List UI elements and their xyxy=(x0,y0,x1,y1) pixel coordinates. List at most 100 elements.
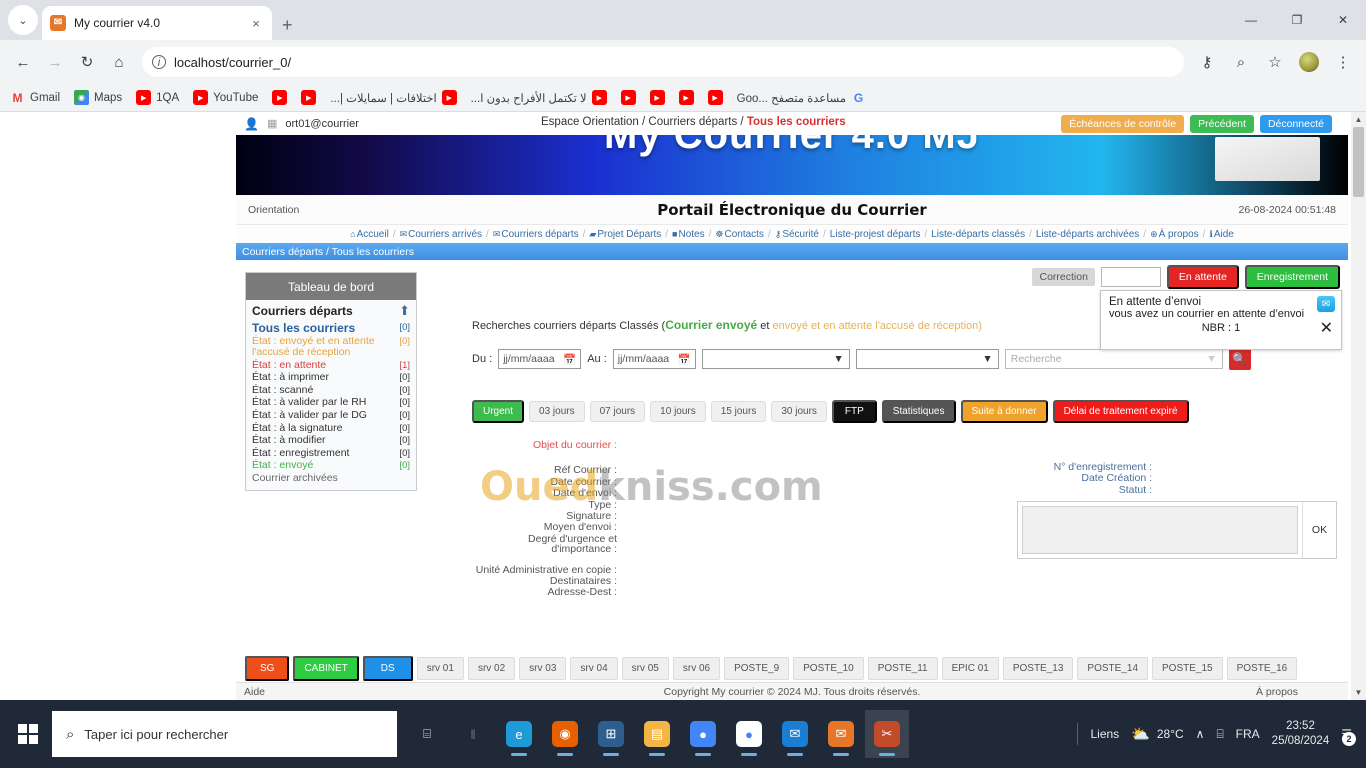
structure-button-ds[interactable]: DS xyxy=(362,656,413,681)
avatar[interactable] xyxy=(1294,47,1324,77)
bookmark-item[interactable]: M Gmail xyxy=(10,90,61,105)
zoom-icon[interactable]: ⌕ xyxy=(1226,47,1256,77)
snipping-tool-icon[interactable]: ✂ xyxy=(865,710,909,758)
courrier-app-icon[interactable]: ✉ xyxy=(819,710,863,758)
nav-item-liste-d-parts-class-s[interactable]: Liste-départs classés xyxy=(931,229,1025,240)
bookmark-item[interactable]: ▶ xyxy=(620,90,636,105)
nav-item-accueil[interactable]: ⌂Accueil xyxy=(350,229,389,240)
bookmark-item[interactable]: G مساعدة متصفح ...Goo xyxy=(737,90,866,105)
filter-chip-30-jours[interactable]: 30 jours xyxy=(771,401,827,422)
bookmark-item[interactable]: ▶ لا تكتمل الأفراح بدون ا... xyxy=(471,90,607,105)
chrome-alt-icon[interactable]: ● xyxy=(681,710,725,758)
date-to-input[interactable]: jj/mm/aaaa 📅 xyxy=(612,349,696,369)
file-explorer-icon[interactable]: ▤ xyxy=(635,710,679,758)
structure-button-poste-9[interactable]: POSTE_9 xyxy=(724,657,790,680)
footer-apropos-link[interactable]: À propos xyxy=(1256,686,1298,698)
nav-item-aide[interactable]: ℹAide xyxy=(1209,229,1233,240)
search-icon[interactable]: 🔍 xyxy=(1228,348,1251,370)
pin-icon[interactable]: ⬆ xyxy=(399,303,410,319)
enregistrement-button[interactable]: Enregistrement xyxy=(1244,265,1340,289)
type-select[interactable]: ▼ xyxy=(855,349,999,369)
sidebar-item-1[interactable]: État : envoyé et en attente l'accusé de … xyxy=(252,335,410,359)
start-button[interactable] xyxy=(4,710,52,758)
bookmark-star-icon[interactable]: ☆ xyxy=(1260,47,1290,77)
structure-button-srv-03[interactable]: srv 03 xyxy=(519,657,567,680)
nav-item-courriers-d-parts[interactable]: ✉Courriers départs xyxy=(493,229,579,240)
show-hidden-icons-chevron[interactable]: ∧ xyxy=(1196,727,1205,741)
echeances-button[interactable]: Échéances de contrôle xyxy=(1061,115,1185,133)
precedent-button[interactable]: Précédent xyxy=(1190,115,1254,133)
home-icon[interactable]: ⌂ xyxy=(104,47,134,77)
notification-center-button[interactable]: ☰ 2 xyxy=(1341,727,1356,746)
maximize-icon[interactable]: ❐ xyxy=(1274,0,1320,40)
filter-chip-15-jours[interactable]: 15 jours xyxy=(710,401,767,422)
correction-input[interactable] xyxy=(1100,267,1161,287)
nav-item--propos[interactable]: ⊕À propos xyxy=(1150,229,1199,240)
tray-liens-label[interactable]: Liens xyxy=(1090,727,1119,741)
clock[interactable]: 23:52 25/08/2024 xyxy=(1272,719,1330,749)
date-from-input[interactable]: jj/mm/aaaa 📅 xyxy=(498,349,582,369)
nav-item-courriers-arriv-s[interactable]: ✉Courriers arrivés xyxy=(400,229,482,240)
close-icon[interactable]: ✕ xyxy=(1320,321,1333,337)
new-tab-button[interactable]: + xyxy=(282,16,293,34)
browser-tab[interactable]: ✉ My courrier v4.0 × xyxy=(42,6,272,40)
nav-item-notes[interactable]: ■Notes xyxy=(672,229,705,240)
edge-icon[interactable]: e xyxy=(497,710,541,758)
search-input[interactable]: Recherche ▼ xyxy=(1004,349,1223,369)
mail-icon[interactable]: ✉ xyxy=(1317,296,1335,312)
firefox-icon[interactable]: ◉ xyxy=(543,710,587,758)
nav-item-s-curit-[interactable]: ⚷Sécurité xyxy=(775,229,819,240)
filter-chip-urgent[interactable]: Urgent xyxy=(472,400,525,423)
structure-button-poste-16[interactable]: POSTE_16 xyxy=(1226,657,1298,680)
nav-item-liste-projest-d-parts[interactable]: Liste-projest départs xyxy=(830,229,921,240)
sidebar-item-0[interactable]: Tous les courriers [0] xyxy=(252,320,410,335)
window-close-icon[interactable]: ✕ xyxy=(1320,0,1366,40)
structure-button-srv-02[interactable]: srv 02 xyxy=(467,657,516,680)
page-scrollbar[interactable]: ▲ ▼ xyxy=(1351,112,1366,700)
structure-button-sg[interactable]: SG xyxy=(245,656,290,681)
nav-item-contacts[interactable]: ☸Contacts xyxy=(715,229,764,240)
site-info-icon[interactable]: i xyxy=(152,55,166,69)
close-icon[interactable]: × xyxy=(248,16,264,31)
sidebar-item-8[interactable]: État : à modifier [0] xyxy=(252,435,410,448)
bookmark-item[interactable]: ▶ xyxy=(301,90,317,105)
weather-widget[interactable]: ⛅ 28°C xyxy=(1131,725,1184,743)
sidebar-item-6[interactable]: État : à valider par le DG [0] xyxy=(252,409,410,423)
minimize-icon[interactable]: — xyxy=(1228,0,1274,40)
structure-button-poste-15[interactable]: POSTE_15 xyxy=(1152,657,1223,680)
language-indicator[interactable]: FRA xyxy=(1236,727,1260,741)
chevron-down-icon[interactable]: ▼ xyxy=(982,353,992,365)
sidebar-item-7[interactable]: État : à la signature [0] xyxy=(252,422,410,435)
calendar-icon[interactable]: 📅 xyxy=(563,353,576,366)
structure-button-srv-01[interactable]: srv 01 xyxy=(416,657,464,680)
filter-chip-03-jours[interactable]: 03 jours xyxy=(529,401,585,422)
structure-button-srv-06[interactable]: srv 06 xyxy=(672,657,721,680)
bookmark-item[interactable]: ▶ xyxy=(707,90,723,105)
filter-chip-ftp[interactable]: FTP xyxy=(831,400,877,423)
structure-button-cabinet[interactable]: CABINET xyxy=(293,656,359,681)
structure-button-poste-11[interactable]: POSTE_11 xyxy=(867,657,938,680)
filter-chip-suite-donner[interactable]: Suite à donner xyxy=(960,400,1048,423)
sidebar-item-2[interactable]: État : en attente [1] xyxy=(252,359,410,372)
structure-button-srv-05[interactable]: srv 05 xyxy=(621,657,669,680)
structure-button-epic-01[interactable]: EPIC 01 xyxy=(941,657,999,680)
filter-chip-d-lai-de-traitement-expir-[interactable]: Délai de traitement expiré xyxy=(1052,400,1189,423)
sidebar-item-11[interactable]: Courrier archivées xyxy=(252,472,410,486)
microsoft-store-icon[interactable]: ⊞ xyxy=(589,710,633,758)
structure-select[interactable]: ▼ xyxy=(701,349,850,369)
filter-chip-10-jours[interactable]: 10 jours xyxy=(650,401,706,422)
tab-search-dropdown-icon[interactable]: ⌄ xyxy=(8,5,38,35)
chevron-down-icon[interactable]: ▼ xyxy=(1206,353,1216,365)
structure-button-poste-14[interactable]: POSTE_14 xyxy=(1077,657,1149,680)
nav-item-projet-d-parts[interactable]: ▰Projet Départs xyxy=(589,229,661,240)
bookmark-item[interactable]: ◉ Maps xyxy=(74,90,122,105)
structure-button-poste-13[interactable]: POSTE_13 xyxy=(1002,657,1074,680)
password-key-icon[interactable]: ⚷ xyxy=(1192,47,1222,77)
filter-chip-07-jours[interactable]: 07 jours xyxy=(589,401,646,422)
bookmark-item[interactable]: ▶ xyxy=(649,90,665,105)
filter-chip-statistiques[interactable]: Statistiques xyxy=(881,400,956,423)
task-view-icon[interactable]: ⌸ xyxy=(405,710,449,758)
en-attente-button[interactable]: En attente xyxy=(1166,265,1239,289)
network-icon[interactable]: ⌸ xyxy=(1216,727,1223,742)
back-icon[interactable]: ← xyxy=(8,47,38,77)
